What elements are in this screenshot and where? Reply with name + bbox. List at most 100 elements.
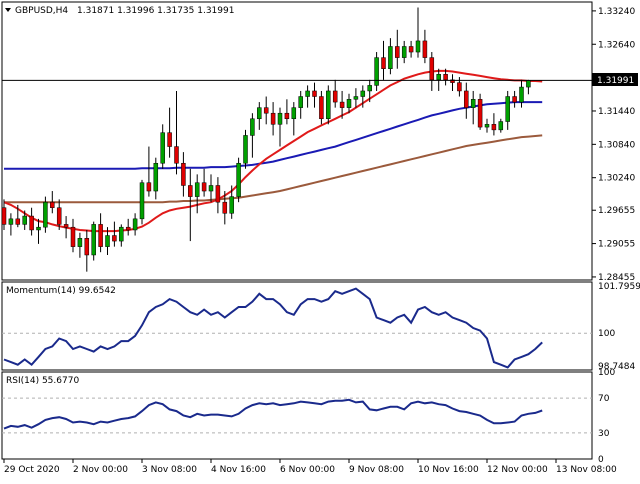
- price-tick-label: 1.31440: [598, 107, 635, 117]
- candle-body: [457, 82, 462, 92]
- rsi-label: RSI(14) 55.6770: [6, 376, 79, 386]
- candle-body: [250, 118, 255, 136]
- candle-body: [56, 207, 62, 225]
- rsi-tick-label: 0: [598, 455, 604, 465]
- candle-body: [360, 90, 366, 97]
- candle-body: [353, 96, 359, 100]
- candle-body: [498, 121, 504, 131]
- time-tick-label: 2 Nov 00:00: [73, 465, 128, 475]
- candle-body: [339, 101, 345, 108]
- candle-body: [146, 182, 152, 192]
- candle-body: [63, 224, 69, 228]
- candle-body: [98, 224, 103, 247]
- price-tick-label: 1.32640: [598, 40, 635, 50]
- price-panel-frame: [1, 1, 593, 281]
- candle-body: [229, 196, 234, 214]
- collapse-triangle-icon[interactable]: [5, 8, 11, 12]
- time-tick-label: 9 Nov 08:00: [349, 465, 404, 475]
- candle-body: [332, 90, 338, 103]
- momentum-tick-label: 101.7959: [598, 282, 640, 292]
- candle-body: [491, 124, 497, 131]
- price-tick-label: 1.30240: [598, 174, 635, 184]
- candle-body: [119, 226, 124, 242]
- candle-body: [257, 107, 262, 120]
- candle-body: [208, 185, 214, 192]
- rsi-tick-label: 30: [598, 429, 610, 439]
- rsi-tick-label: 100: [598, 368, 615, 378]
- price-layer: [1, 7, 592, 272]
- momentum-layer: [2, 287, 592, 369]
- candle-body: [8, 218, 14, 225]
- candle-body: [222, 201, 228, 214]
- rsi-layer: [2, 397, 592, 434]
- candle-body: [484, 124, 490, 128]
- candle-body: [153, 162, 159, 192]
- candle-body: [77, 238, 83, 247]
- candle-body: [84, 238, 90, 256]
- candle-body: [429, 57, 435, 81]
- candle-body: [401, 46, 407, 58]
- candle-body: [374, 57, 379, 86]
- last-price-value: 1.31991: [597, 76, 634, 86]
- momentum-line: [3, 287, 543, 369]
- candle-body: [284, 112, 290, 120]
- candle-body: [194, 182, 200, 197]
- candle-body: [512, 96, 517, 103]
- candle-body: [22, 215, 27, 225]
- price-tick-label: 1.30840: [598, 140, 635, 150]
- candle-body: [132, 218, 138, 231]
- candle-body: [36, 226, 41, 231]
- candle-body: [291, 107, 297, 120]
- candle-body: [381, 57, 386, 69]
- candle-body: [43, 201, 48, 228]
- candle-body: [519, 86, 524, 103]
- candle-body: [181, 162, 186, 186]
- candle-body: [470, 99, 476, 108]
- candle-body: [388, 46, 393, 69]
- candle-body: [215, 185, 221, 203]
- candle-body: [112, 235, 117, 242]
- candle-body: [1, 207, 7, 225]
- price-tick-label: 1.29055: [598, 240, 635, 250]
- time-tick-label: 3 Nov 08:00: [142, 465, 197, 475]
- price-tick-label: 1.33240: [598, 7, 635, 17]
- time-tick-label: 29 Oct 2020: [4, 465, 60, 475]
- candle-body: [174, 146, 179, 164]
- candle-body: [312, 90, 317, 97]
- candle-body: [125, 226, 131, 231]
- candle-body: [29, 215, 34, 231]
- time-tick-label: 13 Nov 08:00: [556, 465, 617, 475]
- candle-body: [160, 132, 165, 164]
- momentum-label: Momentum(14) 99.6542: [6, 286, 116, 296]
- candle-body: [298, 96, 303, 108]
- candle-body: [326, 90, 331, 120]
- candle-body: [346, 99, 352, 108]
- candle-body: [367, 85, 372, 92]
- candle-body: [263, 107, 269, 114]
- candle-body: [395, 46, 400, 58]
- candle-body: [139, 182, 145, 220]
- trading-chart-window: 1.33240 1.32640 1.31440 1.30840 1.30240 1.296…: [0, 0, 640, 480]
- candle-body: [505, 96, 510, 122]
- candle-body: [236, 162, 241, 197]
- candle-body: [91, 224, 96, 256]
- candle-body: [464, 90, 469, 108]
- candle-body: [188, 185, 193, 197]
- time-tick-label: 10 Nov 16:00: [418, 465, 479, 475]
- candle-body: [167, 132, 172, 147]
- price-tick-label: 1.29655: [598, 206, 635, 216]
- candle-body: [436, 74, 441, 81]
- candle-body: [319, 96, 324, 120]
- candle-body: [526, 80, 531, 88]
- candle-body: [50, 201, 55, 208]
- candle-body: [477, 99, 483, 128]
- candle-body: [105, 235, 110, 247]
- candle-body: [305, 90, 310, 97]
- rsi-line: [3, 398, 543, 430]
- rsi-tick-label: 70: [598, 394, 610, 404]
- candle-body: [201, 182, 207, 192]
- time-tick-label: 4 Nov 16:00: [211, 465, 266, 475]
- candle-body: [70, 226, 76, 247]
- candle-body: [422, 40, 428, 58]
- momentum-tick-label: 100: [598, 329, 615, 339]
